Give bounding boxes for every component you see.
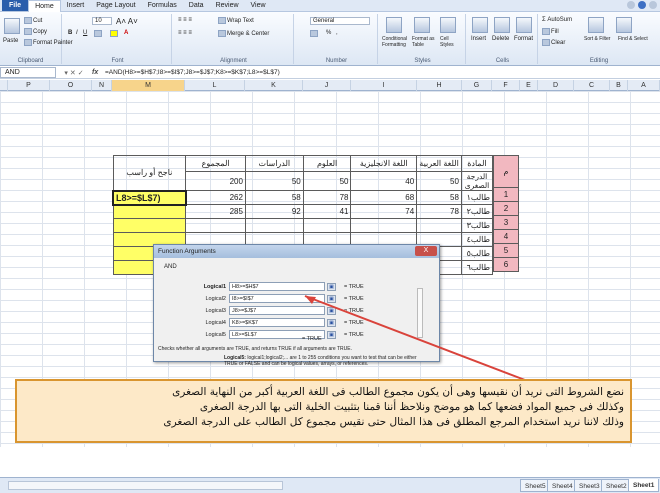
- sheet-tab-bar: Sheet5 Sheet4 Sheet3 Sheet2 Sheet1: [0, 477, 660, 493]
- horizontal-scrollbar[interactable]: [8, 481, 283, 490]
- note-line: نضع الشروط التى نريد أن نقيسها وهى أن يك…: [172, 386, 624, 398]
- note-line: وكذلك فى جميع المواد فضعها كما هو موضح و…: [199, 401, 624, 413]
- sheet-tab-active[interactable]: Sheet1: [628, 479, 660, 492]
- explanation-note: نضع الشروط التى نريد أن نقيسها وهى أن يك…: [15, 379, 632, 443]
- arrow-line: [304, 295, 526, 381]
- note-line: وذلك لاننا نريد استخدام المرجع المطلق فى…: [163, 416, 624, 428]
